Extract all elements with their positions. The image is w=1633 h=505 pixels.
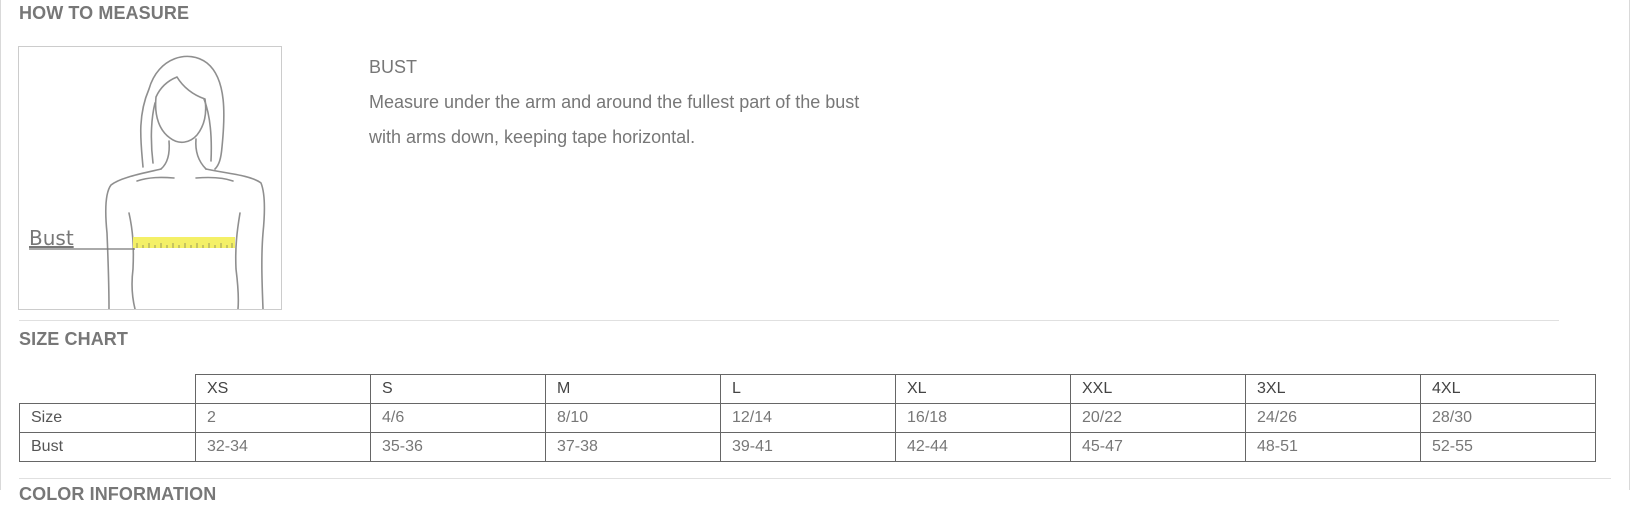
bust-measure-figure: Bust <box>18 46 282 310</box>
table-cell: 52-55 <box>1420 432 1596 462</box>
table-cell: 4/6 <box>370 403 546 433</box>
size-header-cell: XXL <box>1070 374 1246 404</box>
row-label-size: Size <box>19 403 196 433</box>
how-to-measure-heading: HOW TO MEASURE <box>19 3 190 23</box>
table-corner-cell <box>19 374 196 404</box>
table-cell: 48-51 <box>1245 432 1421 462</box>
table-cell: 35-36 <box>370 432 546 462</box>
table-cell: 42-44 <box>895 432 1071 462</box>
table-cell: 16/18 <box>895 403 1071 433</box>
size-header-cell: S <box>370 374 546 404</box>
size-header-cell: 3XL <box>1245 374 1421 404</box>
row-label-bust: Bust <box>19 432 196 462</box>
table-cell: 24/26 <box>1245 403 1421 433</box>
table-cell: 32-34 <box>195 432 371 462</box>
measure-line-2: with arms down, keeping tape horizontal. <box>369 127 696 147</box>
table-cell: 37-38 <box>545 432 721 462</box>
table-row-size: Size 2 4/6 8/10 12/14 16/18 20/22 24/26 … <box>19 403 1596 433</box>
size-header-cell: XS <box>195 374 371 404</box>
size-header-row: XS S M L XL XXL 3XL 4XL <box>19 374 1596 404</box>
size-header-cell: L <box>720 374 896 404</box>
figure-bust-label: Bust <box>29 226 74 250</box>
table-cell: 12/14 <box>720 403 896 433</box>
measure-title: BUST <box>369 57 418 77</box>
size-header-cell: 4XL <box>1420 374 1596 404</box>
size-chart-heading: SIZE CHART <box>19 329 128 349</box>
page-right-border <box>1629 0 1630 490</box>
measure-instructions: BUST Measure under the arm and around th… <box>369 50 859 155</box>
woman-silhouette-illustration: Bust <box>29 55 266 309</box>
section-divider <box>19 320 1559 321</box>
size-header-cell: M <box>545 374 721 404</box>
table-cell: 8/10 <box>545 403 721 433</box>
table-cell: 45-47 <box>1070 432 1246 462</box>
size-chart-table: XS S M L XL XXL 3XL 4XL Size 2 4/6 8/10 … <box>19 374 1596 462</box>
table-cell: 20/22 <box>1070 403 1246 433</box>
color-information-heading: COLOR INFORMATION <box>19 484 217 504</box>
measuring-tape <box>133 237 235 248</box>
page-left-border <box>0 0 1 490</box>
table-cell: 28/30 <box>1420 403 1596 433</box>
table-row-bust: Bust 32-34 35-36 37-38 39-41 42-44 45-47… <box>19 432 1596 462</box>
measure-line-1: Measure under the arm and around the ful… <box>369 92 860 112</box>
table-cell: 2 <box>195 403 371 433</box>
section-divider <box>19 478 1611 479</box>
table-cell: 39-41 <box>720 432 896 462</box>
size-header-cell: XL <box>895 374 1071 404</box>
